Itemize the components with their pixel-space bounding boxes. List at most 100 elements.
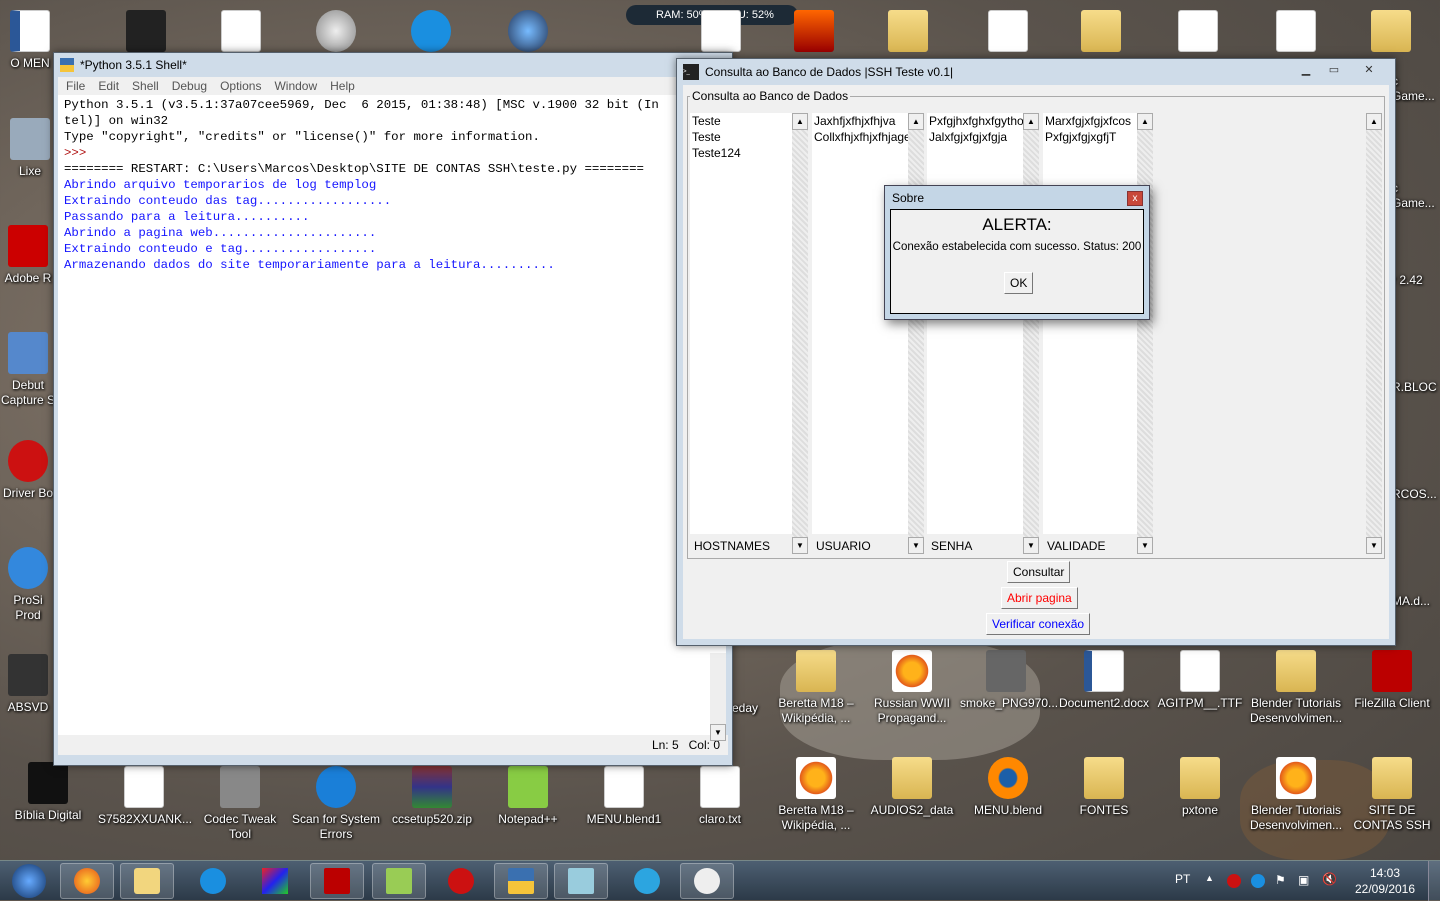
listbox-scrollbar[interactable] [792, 113, 808, 554]
menu-file[interactable]: File [66, 79, 85, 93]
show-hidden-icons[interactable]: ▲ [1205, 873, 1214, 883]
desktop-icon[interactable]: Russian WWII Propagand... [866, 650, 958, 726]
desktop-icon[interactable] [482, 10, 574, 56]
desktop-icon[interactable]: ccsetup520.zip [386, 766, 478, 827]
desktop-icon[interactable]: Bíblia Digital [2, 762, 94, 823]
action-center-icon[interactable]: ⚑ [1275, 873, 1286, 887]
desktop-icon[interactable]: Blender Tutoriais Desenvolvimen... [1250, 650, 1342, 726]
desktop-icon[interactable]: O MEN [0, 10, 60, 71]
scroll-down-arrow[interactable]: ▼ [1023, 537, 1039, 554]
list-item[interactable]: Jaxhfjxfhjxfhjva [812, 113, 908, 129]
desktop-icon[interactable] [1345, 10, 1437, 56]
scroll-up-arrow[interactable]: ▲ [908, 113, 924, 130]
desktop-icon[interactable]: S7582XXUANK... [98, 766, 192, 827]
scroll-down-arrow[interactable]: ▼ [1366, 537, 1382, 554]
dialog-titlebar[interactable]: Sobre [885, 186, 1149, 208]
tray-icon-ccleaner[interactable] [1251, 874, 1265, 888]
desktop-icon[interactable]: Scan for System Errors [290, 766, 382, 842]
desktop-icon[interactable] [862, 10, 954, 56]
menu-help[interactable]: Help [330, 79, 355, 93]
taskbar-driverbooster[interactable] [434, 863, 488, 899]
list-item[interactable]: Jalxfgjxfgjxfgja [927, 129, 1023, 145]
desktop-icon[interactable]: MENU.blend [962, 757, 1054, 818]
taskbar-notepad[interactable] [554, 863, 608, 899]
show-desktop-button[interactable] [1428, 861, 1440, 901]
desktop-icon[interactable] [1250, 10, 1342, 56]
taskbar-ccleaner[interactable] [186, 863, 240, 899]
desktop-icon[interactable] [385, 10, 477, 56]
listbox-hostnames[interactable]: Teste Teste Teste124 [690, 113, 792, 534]
desktop-icon[interactable]: eday [732, 701, 762, 716]
scroll-up-arrow[interactable]: ▲ [1023, 113, 1039, 130]
desktop-icon[interactable]: RCOS... [1392, 487, 1440, 502]
desktop-icon[interactable]: ProSi Prod [0, 547, 56, 623]
menu-debug[interactable]: Debug [172, 79, 207, 93]
clock[interactable]: 14:03 22/09/2016 [1350, 865, 1420, 897]
taskbar-explorer[interactable] [120, 863, 174, 899]
menu-edit[interactable]: Edit [98, 79, 119, 93]
shell-output[interactable]: Python 3.5.1 (v3.5.1:37a07cee5969, Dec 6… [58, 95, 726, 735]
taskbar-filezilla[interactable] [310, 863, 364, 899]
desktop-icon[interactable] [290, 10, 382, 56]
listbox-validade[interactable]: Marxfgjxfgjxfcos PxfgjxfgjxgfjT [1043, 113, 1137, 534]
desktop-icon[interactable] [675, 10, 767, 56]
desktop-icon[interactable]: smoke_PNG970... [960, 650, 1058, 711]
list-item[interactable]: Collxfhjxfhjxfhjagebr [812, 129, 908, 145]
taskbar-telegram[interactable] [620, 863, 674, 899]
desktop-icon[interactable]: FONTES [1058, 757, 1150, 818]
scroll-up-arrow[interactable]: ▲ [1137, 113, 1153, 130]
desktop-icon[interactable] [195, 10, 287, 56]
desktop-icon[interactable]: Beretta M18 – Wikipédia, ... [770, 757, 862, 833]
scroll-down-arrow[interactable]: ▼ [908, 537, 924, 554]
desktop-icon[interactable]: Codec Tweak Tool [194, 766, 286, 842]
desktop-icon[interactable]: Driver Bo [0, 440, 56, 501]
vertical-scrollbar[interactable]: ▼ [710, 653, 726, 741]
close-button[interactable]: ✕ [1349, 61, 1389, 78]
desktop-icon[interactable]: claro.txt [674, 766, 766, 827]
shell-titlebar[interactable]: *Python 3.5.1 Shell* [54, 53, 732, 77]
verificar-conexao-button[interactable]: Verificar conexão [986, 613, 1091, 635]
main-scrollbar[interactable] [1366, 113, 1382, 554]
desktop-icon[interactable]: Beretta M18 – Wikipédia, ... [770, 650, 862, 726]
desktop-icon[interactable]: AGITPM__.TTF [1154, 650, 1246, 711]
desktop-icon[interactable] [962, 10, 1054, 56]
desktop-icon[interactable]: r 2.42 [1392, 273, 1440, 288]
desktop-icon[interactable]: MENU.blend1 [578, 766, 670, 827]
taskbar-firefox[interactable] [60, 863, 114, 899]
desktop-icon[interactable]: SITE DE CONTAS SSH [1344, 757, 1440, 833]
tray-icon-antivirus[interactable] [1227, 874, 1241, 888]
start-button[interactable] [2, 863, 56, 899]
desktop-icon[interactable] [1152, 10, 1244, 56]
scroll-down-arrow[interactable]: ▼ [792, 537, 808, 554]
listbox-scrollbar[interactable] [1137, 113, 1153, 554]
app-titlebar[interactable]: >_ Consulta ao Banco de Dados |SSH Teste… [677, 59, 1395, 85]
desktop-icon[interactable]: Debut Capture S [0, 332, 56, 408]
taskbar-paint[interactable] [680, 863, 734, 899]
close-button[interactable]: x [1127, 191, 1143, 206]
abrir-pagina-button[interactable]: Abrir pagina [1001, 587, 1078, 609]
menu-options[interactable]: Options [220, 79, 261, 93]
language-indicator[interactable]: PT [1175, 872, 1190, 886]
desktop-icon[interactable]: FileZilla Client [1346, 650, 1438, 711]
desktop-icon[interactable]: R.BLOC [1392, 380, 1440, 395]
ok-button[interactable]: OK [1004, 272, 1034, 294]
desktop-icon-recycle[interactable]: Lixe [0, 118, 60, 179]
menu-shell[interactable]: Shell [132, 79, 159, 93]
listbox-usuario[interactable]: JaxhfjxfhjxfhjvaCollxfhjxfhjxfhjagebr [812, 113, 908, 534]
desktop-icon[interactable]: c Game... [1392, 181, 1440, 211]
list-item[interactable]: Teste124 [690, 145, 792, 161]
desktop-icon[interactable]: Notepad++ [482, 766, 574, 827]
scroll-down-arrow[interactable]: ▼ [710, 724, 726, 741]
desktop-icon[interactable]: Blender Tutoriais Desenvolvimen... [1250, 757, 1342, 833]
taskbar-notepadpp[interactable] [372, 863, 426, 899]
desktop-icon[interactable]: pxtone [1154, 757, 1246, 818]
desktop-icon[interactable] [1055, 10, 1147, 56]
menu-window[interactable]: Window [274, 79, 317, 93]
desktop-icon[interactable]: AUDIOS2_data [866, 757, 958, 818]
desktop-icon[interactable]: Adobe R [0, 225, 56, 286]
desktop-icon[interactable]: c Game... [1392, 74, 1440, 104]
desktop-icon[interactable] [768, 10, 860, 56]
desktop-icon[interactable]: Document2.docx [1058, 650, 1150, 711]
list-item[interactable]: Marxfgjxfgjxfcos [1043, 113, 1137, 129]
listbox-scrollbar[interactable] [1023, 113, 1039, 554]
